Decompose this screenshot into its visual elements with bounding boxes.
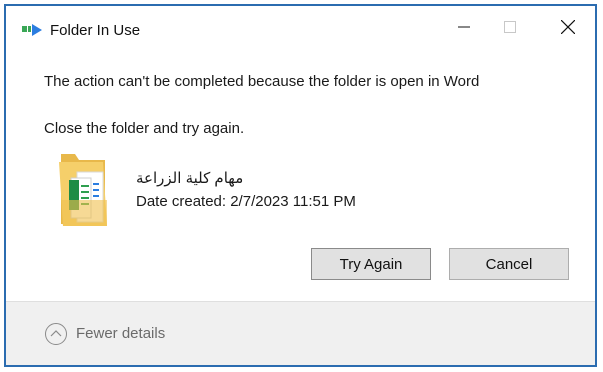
- try-again-button[interactable]: Try Again: [311, 248, 431, 280]
- cancel-button[interactable]: Cancel: [449, 248, 569, 280]
- maximize-button[interactable]: [487, 12, 533, 46]
- close-button[interactable]: [545, 12, 591, 46]
- minimize-icon: [458, 20, 470, 38]
- file-date-created: Date created: 2/7/2023 11:51 PM: [136, 193, 356, 210]
- dialog-window: Folder In Use The action can't be comple…: [4, 4, 597, 367]
- maximize-icon: [504, 20, 516, 38]
- file-name: مهام كلية الزراعة: [136, 170, 244, 187]
- chevron-up-circle-icon[interactable]: [44, 322, 68, 346]
- window-title: Folder In Use: [50, 22, 141, 39]
- error-message: The action can't be completed because th…: [44, 73, 480, 90]
- fewer-details-toggle[interactable]: Fewer details: [76, 325, 165, 342]
- dialog-content: The action can't be completed because th…: [6, 50, 595, 305]
- minimize-button[interactable]: [441, 12, 487, 46]
- details-footer: Fewer details: [6, 301, 595, 365]
- title-bar[interactable]: Folder In Use: [6, 6, 595, 50]
- instruction-message: Close the folder and try again.: [44, 120, 245, 137]
- folder-icon: [55, 150, 111, 232]
- folder-move-icon: [22, 23, 44, 37]
- close-icon: [560, 19, 576, 39]
